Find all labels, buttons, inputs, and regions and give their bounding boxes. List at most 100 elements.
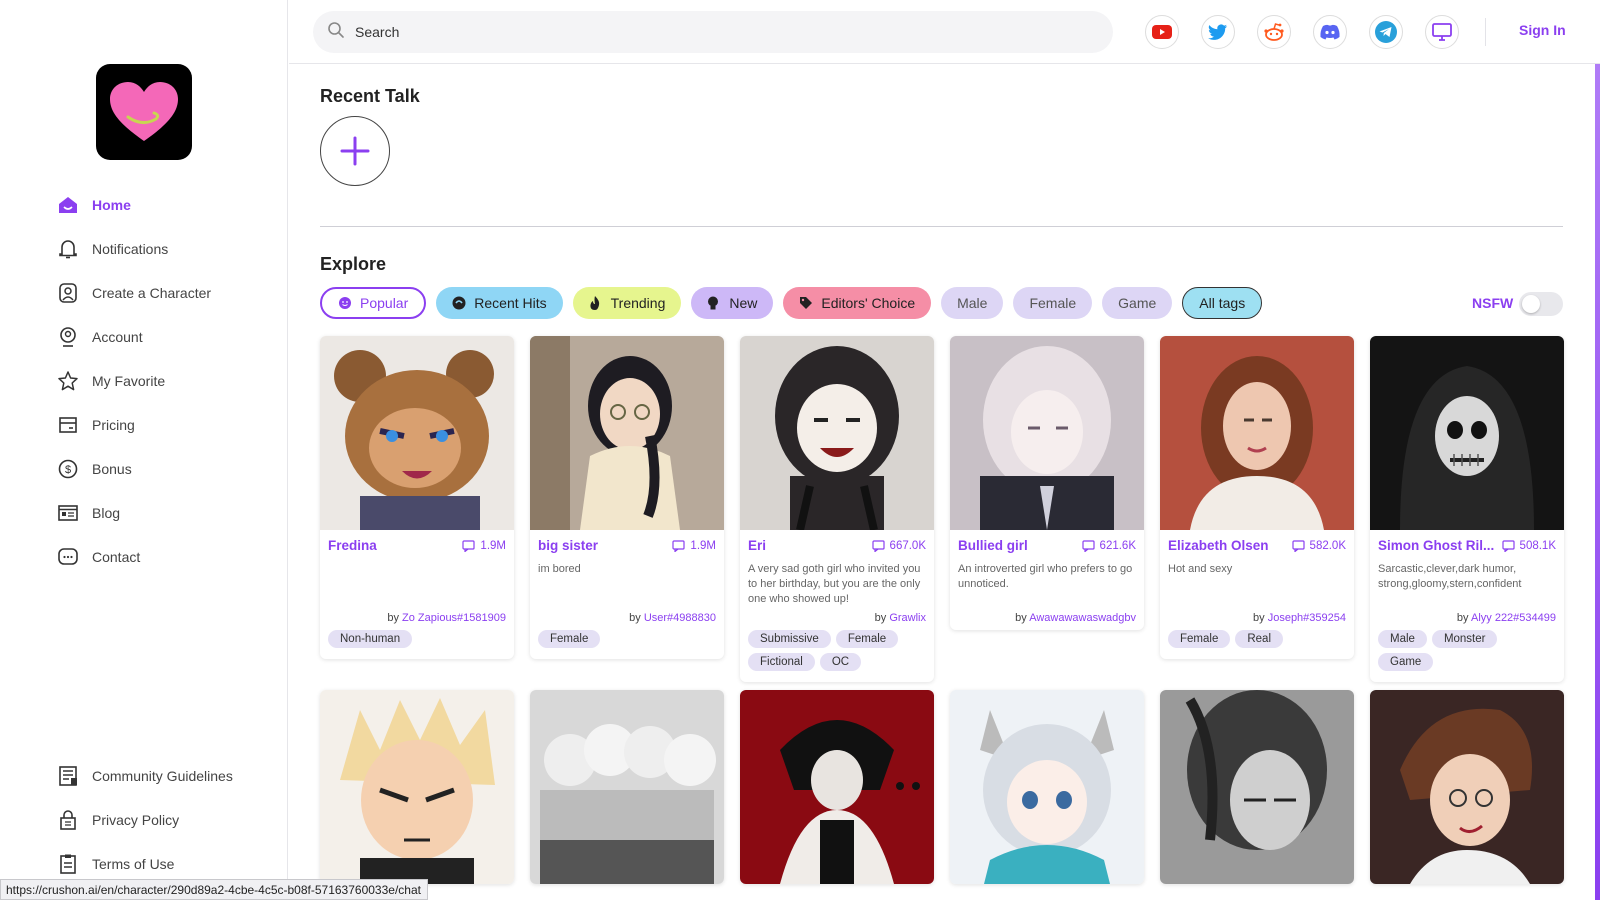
sidebar-item-create-character[interactable]: Create a Character bbox=[56, 271, 276, 315]
account-icon bbox=[56, 325, 80, 349]
author-link[interactable]: Awawawawaswadgbv bbox=[1029, 612, 1136, 624]
reddit-icon[interactable] bbox=[1257, 15, 1291, 49]
character-card[interactable] bbox=[530, 690, 724, 884]
heart-logo-icon bbox=[110, 82, 178, 141]
character-description bbox=[328, 562, 506, 608]
filter-new[interactable]: New bbox=[691, 287, 774, 319]
filter-male[interactable]: Male bbox=[941, 287, 1004, 319]
filter-editors-choice[interactable]: Editors' Choice bbox=[783, 287, 932, 319]
filter-all-tags[interactable]: All tags bbox=[1182, 287, 1263, 319]
tag[interactable]: Non-human bbox=[328, 630, 413, 648]
explore-title: Explore bbox=[320, 254, 387, 274]
character-card[interactable] bbox=[950, 690, 1144, 884]
sidebar-item-my-favorite[interactable]: My Favorite bbox=[56, 359, 276, 403]
recent-hits-icon bbox=[452, 296, 466, 310]
filter-label: Recent Hits bbox=[474, 295, 547, 311]
discord-icon[interactable] bbox=[1313, 15, 1347, 49]
character-name: big sister bbox=[538, 538, 599, 553]
tag[interactable]: Game bbox=[1378, 653, 1434, 671]
character-card[interactable] bbox=[740, 690, 934, 884]
tag[interactable]: Submissive bbox=[748, 630, 831, 648]
character-image bbox=[320, 690, 514, 884]
sidebar-item-account[interactable]: Account bbox=[56, 315, 276, 359]
character-card[interactable]: Elizabeth Olsen 582.0K Hot and sexy by J… bbox=[1160, 336, 1354, 659]
author-link[interactable]: Alyy 222#534499 bbox=[1471, 612, 1556, 624]
author-link[interactable]: Joseph#359254 bbox=[1268, 612, 1346, 624]
character-image bbox=[530, 690, 724, 884]
sidebar-footer-nav: Community Guidelines Privacy Policy Term… bbox=[56, 754, 276, 886]
lightbulb-icon bbox=[707, 296, 721, 310]
message-count: 1.9M bbox=[462, 540, 506, 552]
sidebar-item-notifications[interactable]: Notifications bbox=[56, 227, 276, 271]
tag[interactable]: Female bbox=[538, 630, 601, 648]
character-card[interactable] bbox=[1160, 690, 1354, 884]
character-card[interactable]: Bullied girl 621.6K An introverted girl … bbox=[950, 336, 1144, 630]
nsfw-toggle[interactable] bbox=[1519, 292, 1563, 316]
tag[interactable]: OC bbox=[819, 653, 862, 671]
tag[interactable]: Female bbox=[1168, 630, 1231, 648]
character-image bbox=[950, 690, 1144, 884]
message-count: 621.6K bbox=[1081, 540, 1136, 552]
guidelines-icon bbox=[56, 764, 80, 788]
author-link[interactable]: Zo Zapious#1581909 bbox=[402, 612, 506, 624]
message-count-value: 508.1K bbox=[1519, 540, 1556, 552]
sidebar-item-home[interactable]: Home bbox=[56, 183, 276, 227]
flame-icon bbox=[589, 296, 603, 310]
message-count-value: 621.6K bbox=[1099, 540, 1136, 552]
character-card[interactable] bbox=[320, 690, 514, 884]
search-icon bbox=[327, 21, 345, 44]
author-prefix: by bbox=[874, 612, 887, 624]
sidebar-item-community-guidelines[interactable]: Community Guidelines bbox=[56, 754, 276, 798]
character-card[interactable]: Simon Ghost Ril... 508.1K Sarcastic,clev… bbox=[1370, 336, 1564, 682]
sidebar-item-bonus[interactable]: $ Bonus bbox=[56, 447, 276, 491]
sidebar-item-privacy-policy[interactable]: Privacy Policy bbox=[56, 798, 276, 842]
scrollbar[interactable] bbox=[1595, 64, 1600, 900]
lock-icon bbox=[56, 808, 80, 832]
bell-icon bbox=[56, 237, 80, 261]
character-author: by Grawlix bbox=[748, 612, 926, 624]
card-body: Elizabeth Olsen 582.0K Hot and sexy by J… bbox=[1160, 530, 1354, 659]
author-link[interactable]: User#4988830 bbox=[644, 612, 716, 624]
sign-in-button[interactable]: Sign In bbox=[1519, 22, 1566, 38]
filter-popular[interactable]: Popular bbox=[320, 287, 427, 319]
twitter-icon[interactable] bbox=[1201, 15, 1235, 49]
tag[interactable]: Male bbox=[1378, 630, 1427, 648]
author-link[interactable]: Grawlix bbox=[889, 612, 926, 624]
filter-game[interactable]: Game bbox=[1102, 287, 1173, 319]
character-card[interactable]: big sister 1.9M im bored by User#4988830… bbox=[530, 336, 724, 659]
search-input[interactable] bbox=[355, 24, 1055, 40]
filter-trending[interactable]: Trending bbox=[572, 287, 682, 319]
character-card[interactable]: Fredina 1.9M by Zo Zapious#1581909 Non-h… bbox=[320, 336, 514, 659]
character-card[interactable]: Eri 667.0K A very sad goth girl who invi… bbox=[740, 336, 934, 682]
app-logo[interactable] bbox=[96, 64, 192, 160]
sidebar-item-contact[interactable]: Contact bbox=[56, 535, 276, 579]
tag[interactable]: Real bbox=[1235, 630, 1284, 648]
card-body: big sister 1.9M im bored by User#4988830… bbox=[530, 530, 724, 659]
tag[interactable]: Female bbox=[835, 630, 899, 648]
home-icon bbox=[56, 193, 80, 217]
character-image bbox=[1370, 690, 1564, 884]
character-name: Fredina bbox=[328, 538, 377, 553]
card-body: Eri 667.0K A very sad goth girl who invi… bbox=[740, 530, 934, 682]
desktop-icon[interactable] bbox=[1425, 15, 1459, 49]
sidebar-item-pricing[interactable]: Pricing bbox=[56, 403, 276, 447]
filter-female[interactable]: Female bbox=[1013, 287, 1093, 319]
add-recent-talk-button[interactable] bbox=[320, 116, 390, 186]
search-bar[interactable] bbox=[313, 11, 1113, 53]
sidebar-item-blog[interactable]: Blog bbox=[56, 491, 276, 535]
character-card[interactable] bbox=[1370, 690, 1564, 884]
telegram-icon[interactable] bbox=[1369, 15, 1403, 49]
tag[interactable]: Fictional bbox=[748, 653, 815, 671]
filter-label: Trending bbox=[610, 295, 666, 311]
filter-recent-hits[interactable]: Recent Hits bbox=[436, 287, 563, 319]
character-author: by Zo Zapious#1581909 bbox=[328, 612, 506, 624]
youtube-icon[interactable] bbox=[1145, 15, 1179, 49]
character-image bbox=[950, 336, 1144, 530]
tag-list: Non-human bbox=[328, 630, 506, 653]
character-image bbox=[530, 336, 724, 530]
star-icon bbox=[56, 369, 80, 393]
character-image bbox=[1160, 336, 1354, 530]
tag[interactable]: Monster bbox=[1431, 630, 1498, 648]
sidebar-item-label: Community Guidelines bbox=[92, 768, 233, 784]
character-description: A very sad goth girl who invited you to … bbox=[748, 563, 921, 605]
